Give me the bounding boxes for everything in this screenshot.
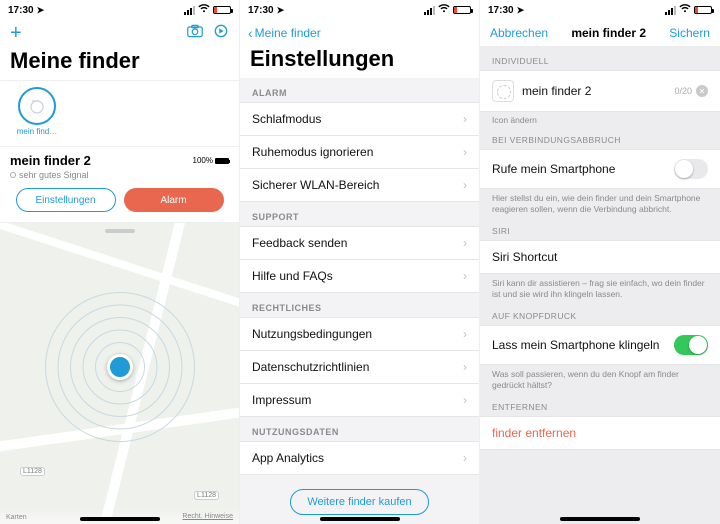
section-header-individual: INDIVIDUELL: [480, 46, 720, 70]
battery-icon: [694, 6, 712, 14]
row-safe-wlan[interactable]: Sicherer WLAN-Bereich›: [240, 169, 479, 202]
desc-ring: Was soll passieren, wenn du den Knopf am…: [480, 365, 720, 392]
chevron-right-icon: ›: [463, 269, 467, 283]
chevron-right-icon: ›: [463, 112, 467, 126]
screen-my-finders: 17:30➤ + Meine finder: [0, 0, 240, 524]
nav-bar: Abbrechen mein finder 2 Sichern: [480, 20, 720, 46]
status-bar: 17:30➤: [0, 0, 239, 20]
device-name: mein finder 2: [10, 153, 91, 168]
cancel-button[interactable]: Abbrechen: [490, 26, 548, 40]
char-counter: 0/20✕: [674, 85, 708, 97]
section-header-press: AUF KNOPFDRUCK: [480, 301, 720, 325]
row-privacy[interactable]: Datenschutzrichtlinien›: [240, 351, 479, 384]
section-header-usage: NUTZUNGSDATEN: [240, 417, 479, 442]
wifi-icon: [679, 4, 691, 16]
locate-icon[interactable]: [213, 24, 229, 43]
chevron-right-icon: ›: [463, 451, 467, 465]
row-feedback[interactable]: Feedback senden›: [240, 227, 479, 260]
finder-avatar[interactable]: mein find…: [10, 87, 64, 136]
map-attribution: Karten: [6, 512, 27, 521]
chevron-right-icon: ›: [463, 236, 467, 250]
status-bar: 17:30➤: [240, 0, 479, 20]
map-legal-link[interactable]: Recht. Hinweise: [182, 513, 233, 520]
screen-edit-finder: 17:30➤ Abbrechen mein finder 2 Sichern I…: [480, 0, 720, 524]
sheet-handle[interactable]: [105, 229, 135, 233]
wifi-icon: [438, 4, 450, 16]
save-button[interactable]: Sichern: [669, 26, 710, 40]
status-time: 17:30: [8, 5, 34, 16]
signal-icon: [184, 6, 195, 15]
desc-siri: Siri kann dir assistieren – frag sie ein…: [480, 274, 720, 301]
home-indicator[interactable]: [320, 517, 400, 521]
row-imprint[interactable]: Impressum›: [240, 384, 479, 417]
row-remove-finder[interactable]: finder entfernen: [480, 416, 720, 450]
row-name-input[interactable]: mein finder 2 0/20✕: [480, 70, 720, 112]
row-analytics[interactable]: App Analytics›: [240, 442, 479, 475]
map-view[interactable]: L1128 L1128 Karten Recht. Hinweise: [0, 223, 239, 524]
settings-button[interactable]: Einstellungen: [16, 188, 116, 212]
section-header-support: SUPPORT: [240, 202, 479, 227]
section-header-alarm: ALARM: [240, 78, 479, 103]
chevron-right-icon: ›: [463, 145, 467, 159]
road-label: L1128: [20, 467, 45, 476]
toggle-ring-phone[interactable]: [674, 335, 708, 355]
section-header-legal: RECHTLICHES: [240, 293, 479, 318]
location-pin[interactable]: [107, 354, 133, 380]
device-card: mein finder 2 100% sehr gutes Signal Ein…: [0, 147, 239, 223]
finder-device-icon: [492, 80, 514, 102]
device-battery: 100%: [193, 156, 229, 165]
home-indicator[interactable]: [560, 517, 640, 521]
section-header-siri: SIRI: [480, 216, 720, 240]
add-button[interactable]: +: [10, 23, 22, 43]
signal-icon: [665, 6, 676, 15]
clear-icon[interactable]: ✕: [696, 85, 708, 97]
row-ignore-quiet[interactable]: Ruhemodus ignorieren›: [240, 136, 479, 169]
chevron-right-icon: ›: [463, 360, 467, 374]
home-indicator[interactable]: [80, 517, 160, 521]
toggle-call-phone[interactable]: [674, 159, 708, 179]
nav-title: mein finder 2: [571, 26, 646, 40]
status-bar: 17:30➤: [480, 0, 720, 20]
section-header-remove: ENTFERNEN: [480, 392, 720, 416]
buy-more-button[interactable]: Weitere finder kaufen: [290, 489, 428, 515]
page-title: Meine finder: [0, 46, 239, 80]
finder-avatar-label: mein find…: [17, 127, 57, 136]
page-title: Einstellungen: [240, 46, 479, 78]
row-sleep-mode[interactable]: Schlafmodus›: [240, 103, 479, 136]
icon-change-link[interactable]: Icon ändern: [480, 112, 720, 125]
chevron-right-icon: ›: [463, 393, 467, 407]
battery-icon: [213, 6, 231, 14]
row-help-faq[interactable]: Hilfe und FAQs›: [240, 260, 479, 293]
device-signal: sehr gutes Signal: [10, 170, 229, 180]
back-button[interactable]: ‹ Meine finder: [240, 20, 479, 46]
row-terms[interactable]: Nutzungsbedingungen›: [240, 318, 479, 351]
battery-icon: [453, 6, 471, 14]
signal-icon: [424, 6, 435, 15]
desc-call-phone: Hier stellst du ein, wie dein finder und…: [480, 189, 720, 216]
row-call-phone[interactable]: Rufe mein Smartphone: [480, 149, 720, 189]
nav-bar: +: [0, 20, 239, 46]
wifi-icon: [198, 4, 210, 16]
section-header-disconnect: BEI VERBINDUNGSABBRUCH: [480, 125, 720, 149]
alarm-button[interactable]: Alarm: [124, 188, 224, 212]
road-label: L1128: [194, 491, 219, 500]
name-field[interactable]: mein finder 2: [522, 84, 666, 98]
location-icon: ➤: [37, 5, 45, 16]
row-ring-phone[interactable]: Lass mein Smartphone klingeln: [480, 325, 720, 365]
chevron-right-icon: ›: [463, 327, 467, 341]
screen-settings: 17:30➤ ‹ Meine finder Einstellungen ALAR…: [240, 0, 480, 524]
finder-device-icon: [27, 96, 47, 116]
chevron-right-icon: ›: [463, 178, 467, 192]
chevron-left-icon: ‹: [248, 25, 253, 41]
camera-icon[interactable]: [187, 24, 203, 43]
finder-picker: mein find…: [0, 80, 239, 147]
row-siri-shortcut[interactable]: Siri Shortcut: [480, 240, 720, 274]
